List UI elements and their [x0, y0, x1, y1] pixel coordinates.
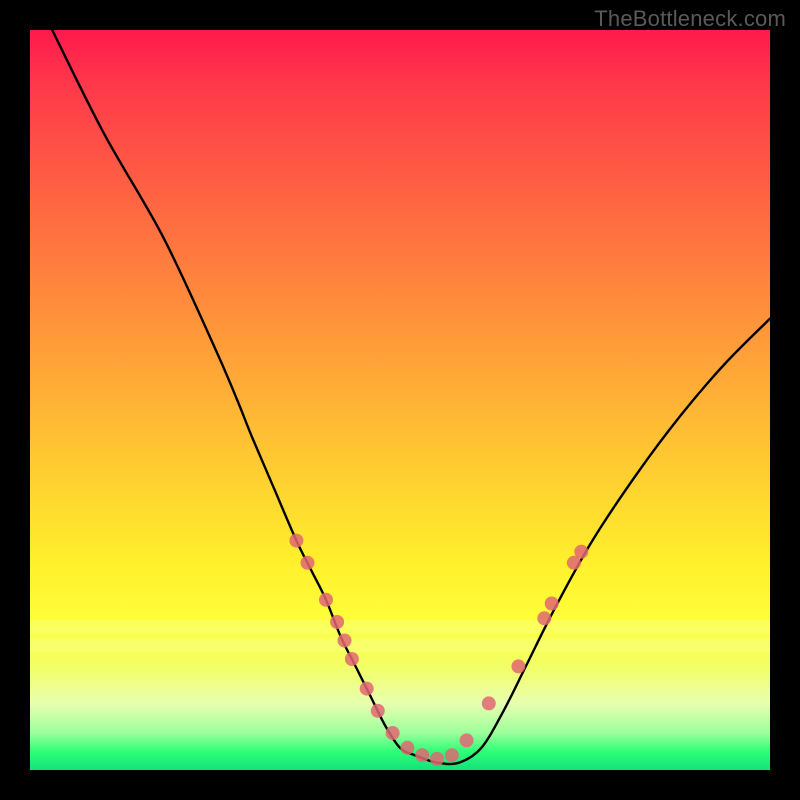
curve-marker: [430, 752, 444, 766]
curve-marker: [545, 597, 559, 611]
curve-svg: [30, 30, 770, 770]
chart-stage: TheBottleneck.com: [0, 0, 800, 800]
bottleneck-curve: [52, 30, 770, 764]
curve-marker: [400, 741, 414, 755]
curve-marker: [371, 704, 385, 718]
curve-marker: [537, 611, 551, 625]
curve-marker: [445, 748, 459, 762]
curve-marker: [511, 659, 525, 673]
curve-marker: [301, 556, 315, 570]
curve-marker: [360, 682, 374, 696]
curve-marker: [338, 634, 352, 648]
curve-marker: [386, 726, 400, 740]
plot-area: [30, 30, 770, 770]
curve-marker: [574, 545, 588, 559]
curve-marker: [330, 615, 344, 629]
watermark-text: TheBottleneck.com: [594, 6, 786, 32]
curve-marker: [460, 733, 474, 747]
curve-marker: [345, 652, 359, 666]
curve-marker: [415, 748, 429, 762]
curve-marker: [289, 534, 303, 548]
curve-marker: [482, 696, 496, 710]
curve-marker: [319, 593, 333, 607]
curve-markers: [289, 534, 588, 766]
